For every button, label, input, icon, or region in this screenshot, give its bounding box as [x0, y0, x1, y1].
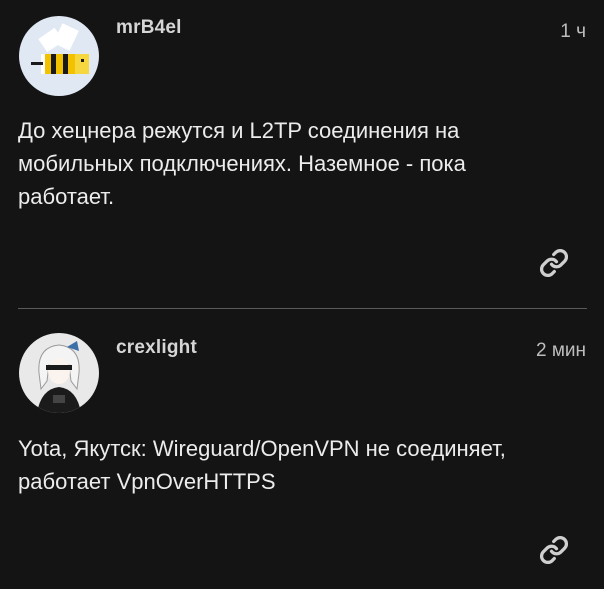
- post-body: До хецнера режутся и L2TP соединения на …: [18, 114, 578, 213]
- post-body: Yota, Якутск: Wireguard/OpenVPN не соеди…: [18, 432, 578, 498]
- post-author[interactable]: mrB4el: [116, 17, 182, 39]
- avatar-mrb4el[interactable]: [19, 16, 99, 96]
- link-icon[interactable]: [539, 248, 569, 278]
- post-body-line: Yota, Якутск: Wireguard/OpenVPN не соеди…: [18, 436, 506, 461]
- anime-girl-avatar-icon: [19, 333, 99, 413]
- post-body-line: мобильных подключениях. Наземное - пока: [18, 151, 466, 176]
- post-body-line: работает VpnOverHTTPS: [18, 469, 276, 494]
- avatar-crexlight[interactable]: [19, 333, 99, 413]
- bee-avatar-icon: [19, 16, 99, 96]
- post-author[interactable]: crexlight: [116, 337, 197, 359]
- post-time: 2 мин: [535, 340, 586, 361]
- post-body-line: До хецнера режутся и L2TP соединения на: [18, 118, 460, 143]
- link-icon[interactable]: [539, 535, 569, 565]
- post-body-line: работает.: [18, 184, 115, 209]
- post-divider: [18, 308, 587, 309]
- post-time: 1 ч: [560, 21, 586, 42]
